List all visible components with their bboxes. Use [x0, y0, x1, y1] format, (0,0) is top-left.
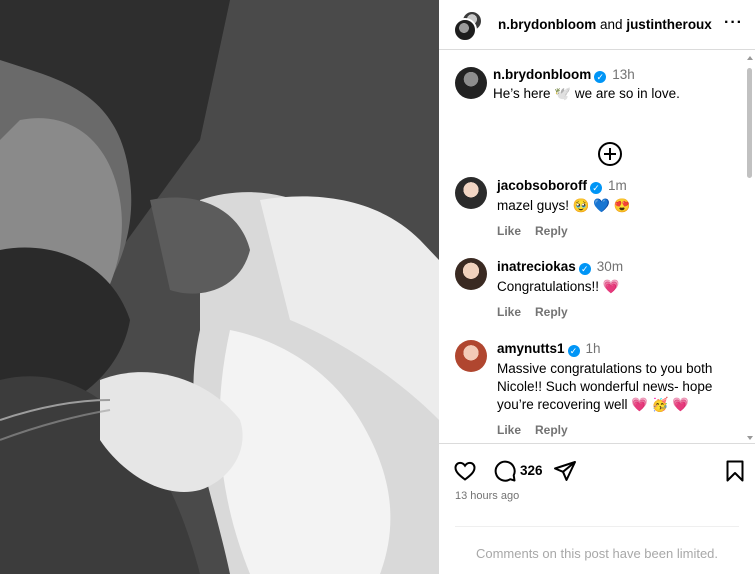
reply-button[interactable]: Reply: [535, 305, 568, 319]
avatar[interactable]: [455, 177, 487, 209]
send-icon[interactable]: [553, 459, 577, 483]
avatar[interactable]: [455, 340, 487, 372]
collab-authors: n.brydonbloom and justintheroux: [498, 17, 712, 32]
scroll-down-icon[interactable]: [747, 436, 753, 440]
comment-time: 1h: [585, 341, 601, 356]
verified-badge-icon: ✓: [594, 71, 607, 83]
comment-text: Massive congratulations to you both Nico…: [497, 361, 713, 412]
comment-text: Congratulations!! 💗: [497, 279, 620, 294]
heart-icon[interactable]: [453, 459, 477, 483]
reply-button[interactable]: Reply: [535, 224, 568, 238]
scrollbar[interactable]: [747, 56, 753, 440]
scroll-up-icon[interactable]: [747, 56, 753, 60]
like-comment-button[interactable]: Like: [497, 305, 521, 319]
post-author-link[interactable]: n.brydonbloom: [493, 67, 591, 82]
bookmark-icon[interactable]: [723, 459, 747, 483]
caption-text: He’s here 🕊️ we are so in love.: [493, 86, 680, 101]
divider: [455, 526, 739, 527]
author-link-1[interactable]: n.brydonbloom: [498, 17, 596, 32]
comment-username[interactable]: inatreciokas: [497, 259, 576, 274]
reply-button[interactable]: Reply: [535, 423, 568, 437]
post-timestamp[interactable]: 13 hours ago: [455, 490, 519, 502]
comment-text: mazel guys! 🥹 💙 😍: [497, 198, 631, 213]
collab-avatars[interactable]: [453, 10, 489, 42]
post-panel: n.brydonbloom and justintheroux ··· n.br…: [439, 0, 755, 574]
post-photo: [0, 0, 439, 574]
comment-time: 1m: [608, 178, 627, 193]
scrollbar-thumb[interactable]: [747, 68, 752, 178]
and-label: and: [600, 17, 623, 32]
avatar[interactable]: [455, 258, 487, 290]
more-options-icon[interactable]: ···: [724, 14, 743, 32]
comments-scroll-area[interactable]: n.brydonbloom ✓ 13h He’s here 🕊️ we are so…: [439, 51, 755, 443]
comments-limited-notice: Comments on this post have been limited.: [475, 546, 719, 561]
comment-username[interactable]: jacobsoboroff: [497, 178, 587, 193]
comment-count: 326: [520, 463, 543, 478]
verified-badge-icon: ✓: [567, 345, 580, 357]
post-header: n.brydonbloom and justintheroux ···: [439, 0, 755, 50]
avatar[interactable]: [453, 18, 477, 42]
plus-circle-icon[interactable]: [598, 142, 622, 166]
comment-time: 30m: [596, 259, 624, 274]
comment-username[interactable]: amynutts1: [497, 341, 565, 356]
comment-icon[interactable]: [493, 459, 517, 483]
post-actions: 326 13 hours ago Comments on this post h…: [439, 443, 755, 574]
avatar[interactable]: [455, 67, 487, 99]
like-comment-button[interactable]: Like: [497, 423, 521, 437]
like-comment-button[interactable]: Like: [497, 224, 521, 238]
verified-badge-icon: ✓: [578, 263, 591, 275]
verified-badge-icon: ✓: [590, 182, 602, 194]
author-link-2[interactable]: justintheroux: [626, 17, 712, 32]
post-time: 13h: [612, 67, 635, 82]
